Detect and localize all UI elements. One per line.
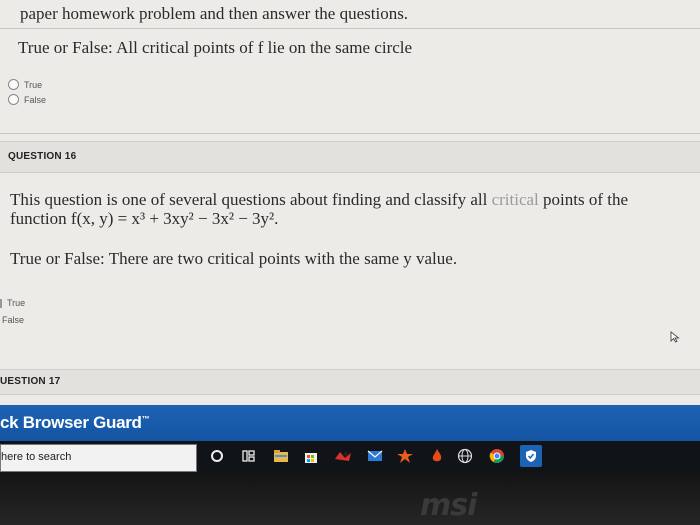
shield-icon[interactable] <box>520 445 542 467</box>
fire-app-icon[interactable] <box>428 447 446 465</box>
divider <box>0 28 700 29</box>
option-label: True <box>24 79 43 90</box>
radio-button[interactable] <box>0 298 2 308</box>
app-icon[interactable] <box>334 447 352 465</box>
divider <box>0 133 700 134</box>
windows-taskbar: here to search <box>0 441 700 473</box>
question-header: UESTION 17 <box>0 369 700 395</box>
mail-icon[interactable] <box>366 447 384 465</box>
cortana-icon[interactable] <box>208 447 226 465</box>
previous-instruction: paper homework problem and then answer t… <box>20 4 409 23</box>
previous-question-prompt: True or False: All critical points of f … <box>18 38 413 57</box>
option-label: True <box>7 298 26 308</box>
file-explorer-icon[interactable] <box>272 447 290 465</box>
option-true[interactable]: True <box>8 79 42 90</box>
question-header: QUESTION 16 <box>0 141 700 173</box>
question-text-part: This question is one of several question… <box>10 190 492 209</box>
store-icon[interactable] <box>302 447 320 465</box>
option-label: False <box>2 315 25 325</box>
question-text-highlight: critical <box>491 190 539 209</box>
laptop-bezel <box>0 473 700 525</box>
browser-page: paper homework problem and then answer t… <box>0 0 700 405</box>
banner-text: ck Browser Guard™ <box>0 413 150 433</box>
radio-button[interactable] <box>8 79 19 90</box>
question-text-part: points of the <box>538 190 629 209</box>
banner-title: ck Browser Guard <box>0 413 142 432</box>
brand-logo: msi <box>420 488 477 523</box>
option-false[interactable]: False <box>8 94 46 105</box>
game-icon[interactable] <box>396 447 414 465</box>
question-text: This question is one of several question… <box>10 190 700 228</box>
taskbar-search-box[interactable]: here to search <box>0 444 197 472</box>
question-function: function f(x, y) = x³ + 3xy² − 3x² − 3y²… <box>10 209 279 228</box>
search-placeholder: here to search <box>1 451 72 463</box>
option-label: False <box>24 94 47 105</box>
browser-guard-banner: ck Browser Guard™ <box>0 405 700 441</box>
question-prompt: True or False: There are two critical po… <box>10 249 458 268</box>
question-number: UESTION 17 <box>0 376 61 387</box>
option-false[interactable]: False <box>2 315 24 325</box>
mouse-cursor-icon <box>670 331 680 343</box>
option-true[interactable]: True <box>0 298 25 308</box>
chrome-icon[interactable] <box>488 447 506 465</box>
question-number: QUESTION 16 <box>8 151 77 162</box>
trademark: ™ <box>141 414 150 424</box>
globe-icon[interactable] <box>456 447 474 465</box>
task-view-icon[interactable] <box>240 447 258 465</box>
radio-button[interactable] <box>8 94 19 105</box>
